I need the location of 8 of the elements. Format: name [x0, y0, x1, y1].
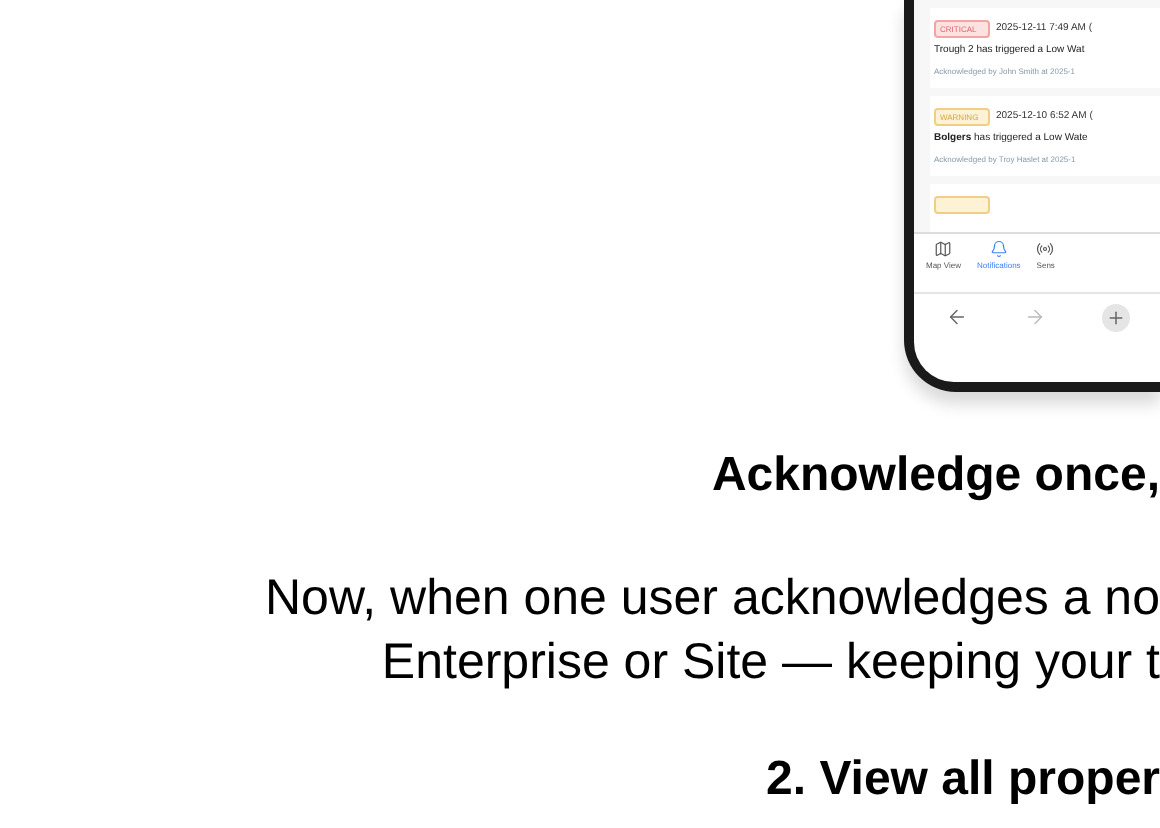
- plus-icon[interactable]: [1102, 303, 1130, 331]
- body-paragraph: Now, when one user acknowledges a no Enterprise or Site — keeping your t: [262, 568, 1160, 694]
- back-arrow-icon[interactable]: [946, 306, 968, 328]
- section-heading: 2. View all proper: [764, 750, 1160, 810]
- map-icon: [934, 240, 953, 258]
- bell-icon: [989, 240, 1008, 258]
- section-heading: Acknowledge once,: [709, 446, 1160, 506]
- sensor-icon: [1036, 240, 1055, 258]
